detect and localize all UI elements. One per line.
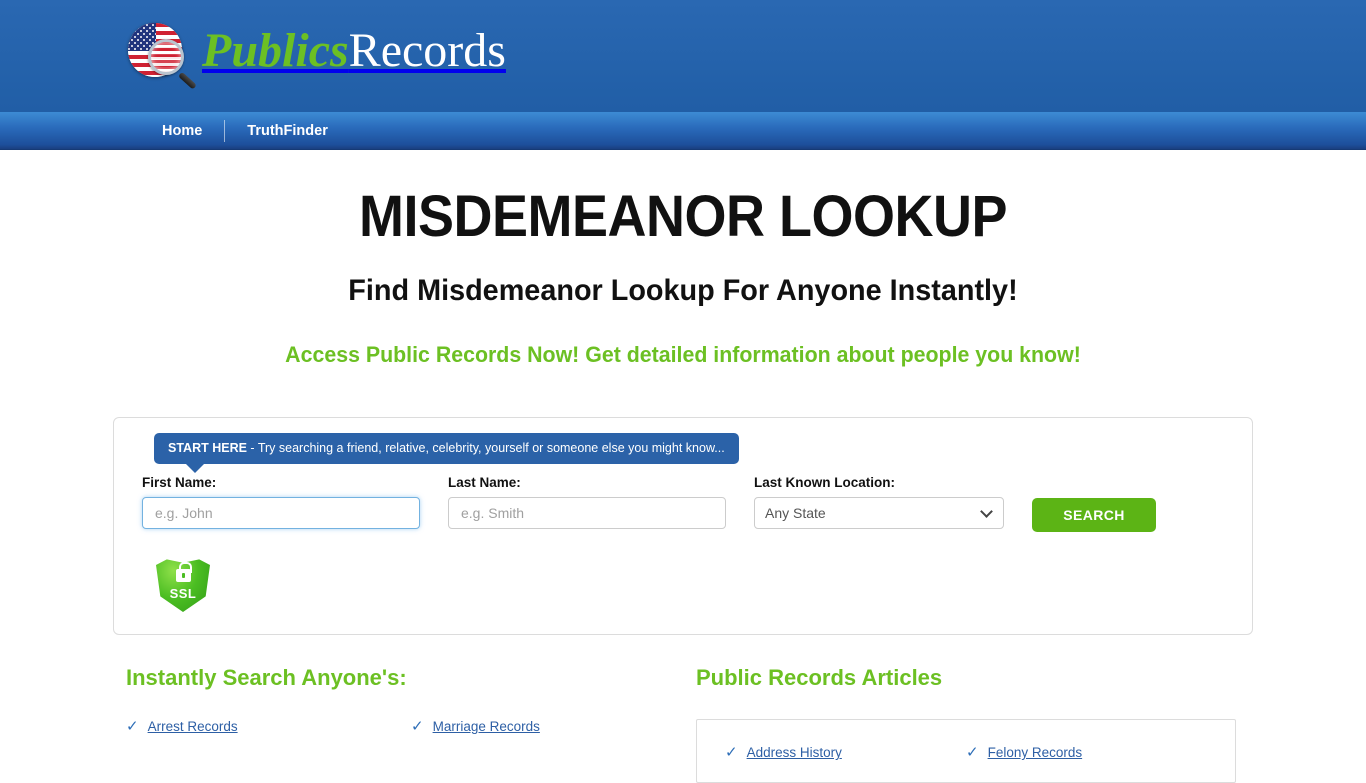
list-item[interactable]: ✓ Marriage Records (411, 719, 696, 734)
start-here-callout: START HERE - Try searching a friend, rel… (154, 433, 739, 473)
hero-section: MISDEMEANOR LOOKUP Find Misdemeanor Look… (0, 153, 1366, 368)
us-flag-magnifier-icon (124, 17, 197, 90)
articles-heading: Public Records Articles (696, 665, 943, 690)
location-label: Last Known Location: (754, 475, 895, 490)
main-nav: Home TruthFinder (0, 112, 1366, 150)
search-fields-row: First Name: Last Name: Last Known Locati… (142, 475, 1224, 532)
callout-rest-text: - Try searching a friend, relative, cele… (246, 441, 725, 455)
nav-item-truthfinder[interactable]: TruthFinder (225, 112, 350, 150)
page-tagline: Access Public Records Now! Get detailed … (285, 341, 1081, 367)
ssl-badge: SSL (156, 556, 216, 616)
ssl-badge-label: SSL (169, 586, 197, 601)
instant-search-column: Instantly Search Anyone's: ✓ Arrest Reco… (126, 665, 696, 783)
link-address-history[interactable]: Address History (747, 745, 842, 760)
last-name-input[interactable] (448, 497, 726, 529)
last-name-label: Last Name: (448, 475, 521, 490)
link-felony-records[interactable]: Felony Records (988, 745, 1083, 760)
page-subtitle: Find Misdemeanor Lookup For Anyone Insta… (348, 273, 1018, 307)
articles-link-grid: ✓ Address History ✓ Felony Records (725, 745, 1207, 760)
check-icon: ✓ (725, 744, 738, 761)
link-arrest-records[interactable]: Arrest Records (148, 719, 238, 734)
articles-box: ✓ Address History ✓ Felony Records (696, 719, 1236, 783)
site-header: PublicsRecords (0, 0, 1366, 112)
instant-search-heading: Instantly Search Anyone's: (126, 665, 407, 690)
location-select[interactable]: Any State (754, 497, 1004, 529)
list-item[interactable]: ✓ Address History (725, 745, 966, 760)
logo-text-publics: Publics (202, 24, 349, 77)
padlock-icon (176, 562, 192, 582)
link-marriage-records[interactable]: Marriage Records (433, 719, 540, 734)
search-button-group: SEARCH (1032, 475, 1156, 532)
logo-text: PublicsRecords (202, 27, 506, 79)
list-item[interactable]: ✓ Arrest Records (126, 719, 411, 734)
location-field-group: Last Known Location: Any State (754, 475, 1004, 529)
last-name-field-group: Last Name: (448, 475, 726, 529)
check-icon: ✓ (966, 744, 979, 761)
check-icon: ✓ (126, 718, 139, 735)
page-title: MISDEMEANOR LOOKUP (359, 184, 1007, 249)
check-icon: ✓ (411, 718, 424, 735)
first-name-input[interactable] (142, 497, 420, 529)
search-button[interactable]: SEARCH (1032, 498, 1156, 532)
lower-content: Instantly Search Anyone's: ✓ Arrest Reco… (0, 665, 1366, 783)
first-name-label: First Name: (142, 475, 217, 490)
search-panel: START HERE - Try searching a friend, rel… (113, 417, 1253, 635)
site-logo[interactable]: PublicsRecords (124, 17, 506, 90)
articles-column: Public Records Articles ✓ Address Histor… (696, 665, 1252, 783)
first-name-field-group: First Name: (142, 475, 420, 529)
list-item[interactable]: ✓ Felony Records (966, 745, 1207, 760)
logo-text-records: Records (348, 24, 506, 77)
callout-bold-text: START HERE (168, 441, 247, 455)
nav-item-home[interactable]: Home (140, 112, 224, 150)
instant-search-link-grid: ✓ Arrest Records ✓ Marriage Records (126, 719, 696, 734)
